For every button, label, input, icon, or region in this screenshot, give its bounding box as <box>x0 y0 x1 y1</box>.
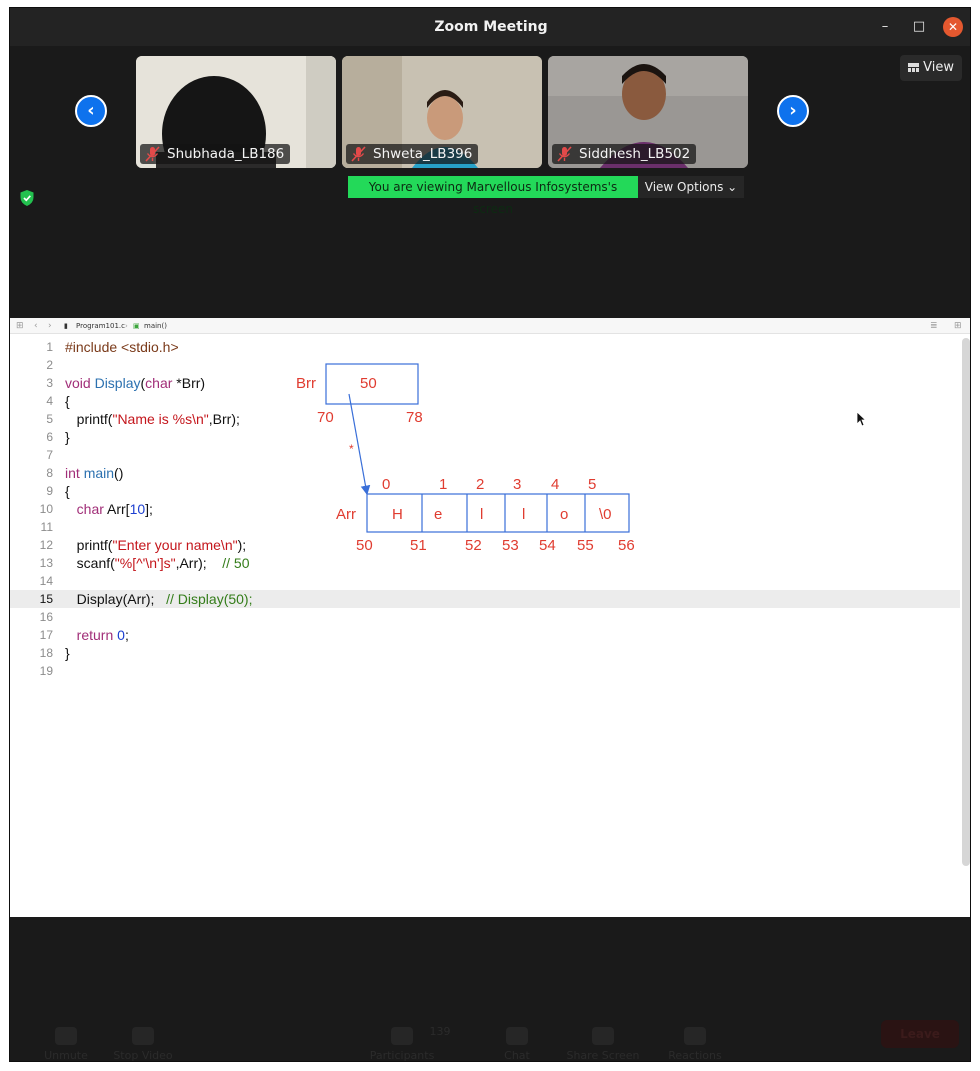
participant-name-tag: Shubhada_LB186 <box>140 144 291 164</box>
array-address: 52 <box>465 537 482 554</box>
array-cell: H <box>392 506 403 523</box>
video-camera-icon <box>132 1027 154 1045</box>
chat-button[interactable]: Chat <box>492 1027 542 1062</box>
minimize-button[interactable]: – <box>875 17 895 37</box>
control-label: Stop Video <box>113 1049 173 1062</box>
array-address: 53 <box>502 537 519 554</box>
mouse-pointer-icon <box>856 411 866 427</box>
participant-name: Shweta_LB396 <box>373 146 473 162</box>
previous-page-button[interactable]: ‹ <box>75 95 107 127</box>
maximize-button[interactable]: □ <box>909 17 929 37</box>
meeting-controls: Unmute Stop Video Participants 139 Chat … <box>10 917 970 1062</box>
participant-name-tag: Shweta_LB396 <box>346 144 479 164</box>
array-address: 55 <box>577 537 594 554</box>
array-address: 56 <box>618 537 635 554</box>
participant-name: Siddhesh_LB502 <box>579 146 691 162</box>
array-address: 54 <box>539 537 556 554</box>
view-label: View <box>923 60 954 75</box>
grid-view-icon <box>908 63 919 72</box>
pointer-value: 50 <box>360 375 377 392</box>
participants-icon <box>391 1027 413 1045</box>
dereference-star: * <box>349 442 354 456</box>
control-label: Share Screen <box>566 1049 640 1062</box>
video-tile-shubhada[interactable]: Shubhada_LB186 <box>136 56 336 168</box>
unmute-button[interactable]: Unmute <box>36 1027 96 1062</box>
participant-name: Shubhada_LB186 <box>167 146 285 162</box>
share-screen-icon <box>592 1027 614 1045</box>
muted-mic-icon <box>351 146 366 162</box>
video-tile-siddhesh[interactable]: Siddhesh_LB502 <box>548 56 748 168</box>
array-box <box>366 493 630 533</box>
video-tile-shweta[interactable]: Shweta_LB396 <box>342 56 542 168</box>
participant-name-tag: Siddhesh_LB502 <box>552 144 697 164</box>
leave-button[interactable]: Leave <box>881 1020 959 1048</box>
participants-count: 139 <box>429 1025 451 1038</box>
pointer-address-end: 78 <box>406 409 423 426</box>
muted-mic-icon <box>145 146 160 162</box>
stop-video-button[interactable]: Stop Video <box>108 1027 178 1062</box>
view-button[interactable]: View <box>900 55 962 81</box>
chat-bubble-icon <box>506 1027 528 1045</box>
pointer-address-start: 70 <box>317 409 334 426</box>
shared-screen: ⊞ ‹ › ▮ Program101.c › ▣ main() ≣ ⊞ 1 #in… <box>10 318 970 917</box>
control-label: Unmute <box>44 1049 88 1062</box>
array-address: 51 <box>410 537 427 554</box>
title-bar: Zoom Meeting – □ ✕ <box>10 8 970 46</box>
next-page-button[interactable]: › <box>777 95 809 127</box>
array-index: 1 <box>439 476 447 493</box>
array-cell: \0 <box>599 506 612 523</box>
control-label: Participants <box>369 1049 435 1062</box>
video-gallery: ‹ Shubhada_LB186 Shweta_LB396 Siddhesh_L… <box>10 46 970 318</box>
array-address: 50 <box>356 537 373 554</box>
zoom-window: Zoom Meeting – □ ✕ ‹ Shubhada_LB186 Shwe… <box>9 7 971 1062</box>
view-options-button[interactable]: View Options ⌄ <box>638 176 744 198</box>
control-label: Chat <box>504 1049 530 1062</box>
emoji-icon <box>684 1027 706 1045</box>
array-cell: l <box>480 506 483 523</box>
array-index: 0 <box>382 476 390 493</box>
array-index: 3 <box>513 476 521 493</box>
array-index: 4 <box>551 476 559 493</box>
pointer-name: Brr <box>296 375 316 392</box>
reactions-button[interactable]: Reactions <box>660 1027 730 1062</box>
close-button[interactable]: ✕ <box>943 17 963 37</box>
array-name: Arr <box>336 506 356 523</box>
memory-diagram: Brr 50 70 78 * Arr 0 1 2 3 4 5 H e l l o <box>296 363 635 554</box>
security-shield-icon[interactable] <box>19 189 35 207</box>
share-screen-button[interactable]: Share Screen <box>558 1027 648 1062</box>
screen-share-banner: You are viewing Marvellous Infosystems's… <box>348 176 638 216</box>
window-title: Zoom Meeting <box>434 19 548 35</box>
array-cell: l <box>522 506 525 523</box>
microphone-icon <box>55 1027 77 1045</box>
muted-mic-icon <box>557 146 572 162</box>
array-index: 5 <box>588 476 596 493</box>
array-index: 2 <box>476 476 484 493</box>
control-label: Reactions <box>668 1049 722 1062</box>
array-cell: o <box>560 506 568 523</box>
array-cell: e <box>434 506 442 523</box>
